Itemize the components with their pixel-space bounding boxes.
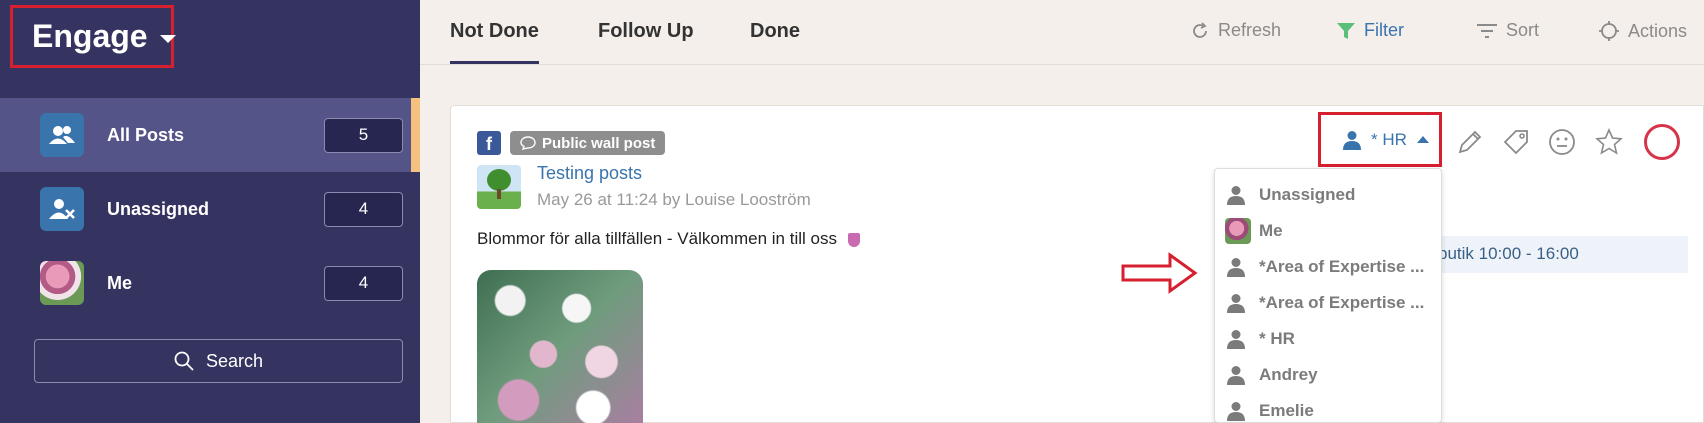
facebook-icon: f (477, 131, 501, 155)
option-label: Emelie (1259, 401, 1314, 420)
assignee-label: * HR (1371, 129, 1407, 149)
count-badge: 4 (324, 265, 403, 301)
sort-label: Sort (1506, 20, 1540, 40)
post-type-badge: Public wall post (510, 131, 666, 155)
caret-down-icon (159, 34, 176, 43)
user-icon (1343, 130, 1361, 150)
dropdown-option[interactable]: Emelie (1215, 393, 1441, 422)
count-badge: 4 (324, 191, 403, 227)
search-icon (174, 351, 194, 371)
active-tab-indicator (450, 61, 539, 64)
info-strip: butik 10:00 - 16:00 (1430, 236, 1688, 273)
star-icon[interactable] (1595, 128, 1623, 156)
sentiment-icon[interactable] (1548, 128, 1576, 156)
assign-dropdown-toggle[interactable]: * HR (1318, 112, 1442, 167)
dropdown-option[interactable]: Andrey (1215, 357, 1441, 393)
option-label: *Area of Expertise ... (1259, 257, 1425, 276)
sidebar-item-label: Unassigned (107, 198, 210, 219)
avatar (1225, 218, 1251, 244)
info-text: butik 10:00 - 16:00 (1438, 244, 1579, 263)
user-icon (1227, 258, 1245, 277)
dropdown-option[interactable]: Unassigned (1215, 177, 1441, 213)
option-label: *Area of Expertise ... (1259, 293, 1425, 312)
sort-icon (1477, 23, 1497, 38)
tab-not-done[interactable]: Not Done (450, 20, 539, 43)
user-icon (1227, 186, 1245, 205)
assign-dropdown-menu: Unassigned Me *Area of Expertise ... *Ar… (1214, 168, 1442, 423)
topbar: Not Done Follow Up Done Refresh Filter S… (420, 0, 1704, 65)
count-badge: 5 (324, 117, 403, 153)
refresh-label: Refresh (1218, 20, 1282, 40)
sidebar-item-me[interactable]: Me 4 (0, 246, 420, 320)
post-image[interactable] (477, 270, 643, 423)
sidebar-item-unassigned[interactable]: Unassigned 4 (0, 172, 420, 246)
option-label: * HR (1259, 329, 1295, 348)
pencil-icon[interactable] (1456, 128, 1484, 156)
refresh-button[interactable]: Refresh (1190, 20, 1281, 41)
search-button[interactable]: Search (34, 339, 403, 383)
dropdown-option[interactable]: Me (1215, 213, 1441, 249)
tab-follow-up[interactable]: Follow Up (598, 20, 694, 43)
option-label: Andrey (1259, 365, 1318, 384)
brand-menu[interactable]: Engage (10, 5, 176, 68)
dropdown-option[interactable]: *Area of Expertise ... (1215, 285, 1441, 321)
status-circle-button[interactable] (1644, 124, 1680, 160)
annotation-arrow-icon (1121, 252, 1198, 294)
user-icon (1227, 294, 1245, 313)
post-title-link[interactable]: Testing posts (537, 163, 642, 184)
users-icon (40, 113, 84, 157)
page-avatar (477, 165, 521, 209)
sort-button[interactable]: Sort (1476, 20, 1539, 41)
user-remove-icon (40, 187, 84, 231)
filter-button[interactable]: Filter (1336, 20, 1404, 41)
caret-up-icon (1416, 136, 1429, 143)
actions-label: Actions (1628, 20, 1688, 41)
user-icon (1227, 366, 1245, 385)
tab-done[interactable]: Done (750, 20, 800, 43)
post-meta: May 26 at 11:24 by Louise Looström (537, 190, 811, 209)
option-label: Me (1259, 221, 1283, 240)
sidebar-item-all-posts[interactable]: All Posts 5 (0, 98, 420, 172)
search-label: Search (205, 350, 264, 371)
post-text-content: Blommor för alla tillfällen - Välkommen … (477, 229, 837, 248)
option-label: Unassigned (1259, 185, 1356, 204)
actions-button[interactable]: Actions (1598, 20, 1687, 42)
crosshair-icon (1599, 21, 1619, 41)
filter-label: Filter (1364, 20, 1404, 40)
post-type-label: Public wall post (542, 134, 656, 152)
avatar (40, 261, 84, 305)
brand-label: Engage (32, 18, 148, 54)
sidebar-item-label: Me (107, 272, 133, 293)
refresh-icon (1193, 21, 1207, 38)
tulip-emoji-icon (847, 232, 860, 247)
sidebar-item-label: All Posts (107, 124, 185, 145)
user-icon (1227, 402, 1245, 421)
dropdown-option[interactable]: *Area of Expertise ... (1215, 249, 1441, 285)
post-text: Blommor för alla tillfällen - Välkommen … (477, 229, 860, 249)
filter-icon (1337, 22, 1355, 39)
tag-icon[interactable] (1502, 128, 1530, 156)
comment-icon (520, 136, 536, 150)
dropdown-option[interactable]: * HR (1215, 321, 1441, 357)
sidebar: Engage All Posts 5 Unassigned 4 Me 4 Sea… (0, 0, 420, 423)
user-icon (1227, 330, 1245, 349)
